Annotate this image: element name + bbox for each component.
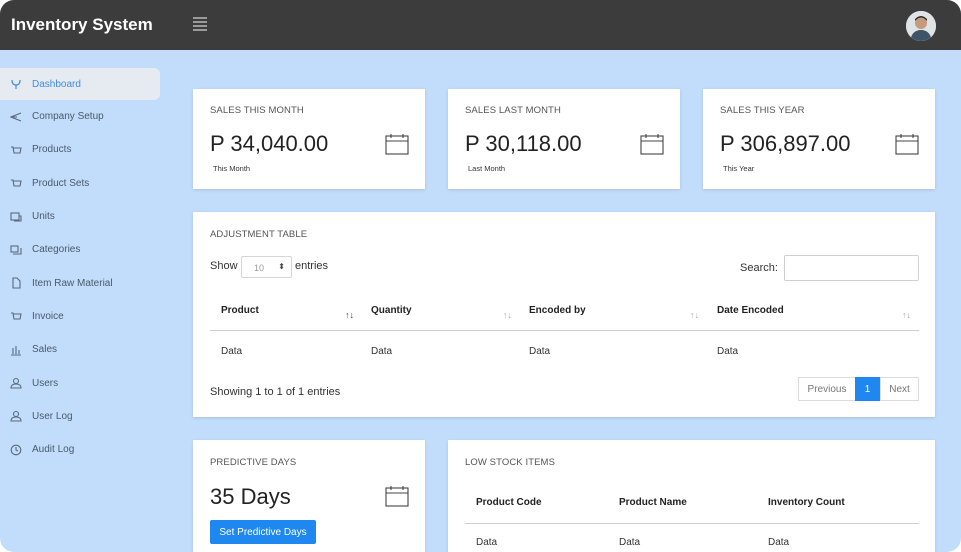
table-header-divider: [210, 330, 919, 331]
stat-card-sales-this-month: SALES THIS MONTH P 34,040.00 This Month: [193, 89, 425, 189]
stat-value: P 34,040.00: [210, 131, 329, 156]
stat-value: P 306,897.00: [720, 131, 851, 156]
file-icon: [9, 276, 23, 290]
app-title: Inventory System: [11, 15, 153, 34]
sidebar-item-label: User Log: [32, 410, 73, 422]
stat-caption: This Year: [723, 164, 755, 173]
app-frame: Inventory System Dashboard Company Setup: [0, 0, 961, 552]
column-header-inventory-count[interactable]: Inventory Count: [768, 497, 845, 508]
sidebar-item-invoice[interactable]: Invoice: [0, 300, 160, 333]
calendar-icon: [895, 134, 919, 155]
low-stock-card: LOW STOCK ITEMS Product Code Product Nam…: [448, 440, 935, 552]
cart-icon: [9, 143, 23, 157]
stat-caption: Last Month: [468, 164, 506, 173]
table-info: Showing 1 to 1 of 1 entries: [210, 386, 341, 398]
sidebar-item-user-log[interactable]: User Log: [0, 400, 160, 433]
sidebar-item-units[interactable]: Units: [0, 200, 160, 233]
bar-chart-icon: [9, 343, 23, 357]
column-header-encoded-by[interactable]: Encoded by: [529, 305, 586, 316]
user-icon: [9, 376, 23, 390]
cart-icon: [9, 309, 23, 323]
table-header-divider: [465, 523, 919, 524]
units-icon: [9, 210, 23, 224]
dashboard-icon: [9, 77, 23, 91]
sidebar-item-label: Units: [32, 211, 55, 223]
sidebar-item-label: Sales: [32, 344, 58, 356]
sidebar-item-audit-log[interactable]: Audit Log: [0, 433, 160, 466]
table-cell: Data: [619, 537, 641, 548]
stat-title: SALES THIS MONTH: [210, 105, 304, 116]
stat-title: SALES LAST MONTH: [465, 105, 561, 116]
calendar-icon: [385, 486, 409, 507]
page-1-button[interactable]: 1: [855, 377, 880, 401]
top-bar: Inventory System: [0, 0, 961, 50]
previous-page-button[interactable]: Previous: [798, 377, 856, 401]
sidebar-item-label: Product Sets: [32, 177, 90, 189]
table-cell: Data: [371, 346, 393, 357]
stat-card-sales-last-month: SALES LAST MONTH P 30,118.00 Last Month: [448, 89, 680, 189]
show-label: Show: [210, 260, 238, 272]
sidebar-item-item-raw-material[interactable]: Item Raw Material: [0, 266, 160, 299]
column-header-product[interactable]: Product: [221, 305, 259, 316]
sidebar-item-product-sets[interactable]: Product Sets: [0, 167, 160, 200]
column-header-product-code[interactable]: Product Code: [476, 497, 542, 508]
sidebar-item-company-setup[interactable]: Company Setup: [0, 100, 160, 133]
stat-card-sales-this-year: SALES THIS YEAR P 306,897.00 This Year: [703, 89, 935, 189]
table-cell: Data: [717, 346, 739, 357]
table-cell: Data: [529, 346, 551, 357]
column-header-quantity[interactable]: Quantity: [371, 305, 412, 316]
table-cell: Data: [221, 346, 243, 357]
categories-icon: [9, 243, 23, 257]
sidebar-item-products[interactable]: Products: [0, 133, 160, 166]
stat-title: SALES THIS YEAR: [720, 105, 805, 116]
stat-caption: This Month: [213, 164, 251, 173]
sidebar-item-label: Audit Log: [32, 444, 75, 456]
table-cell: Data: [476, 537, 498, 548]
chevron-updown-icon: ⬍: [278, 262, 285, 271]
send-icon: [9, 110, 23, 124]
column-header-date-encoded[interactable]: Date Encoded: [717, 305, 784, 316]
user-avatar[interactable]: [906, 11, 936, 41]
sidebar-item-label: Item Raw Material: [32, 277, 113, 289]
menu-toggle-icon[interactable]: [193, 17, 207, 31]
stat-value: P 30,118.00: [465, 131, 582, 156]
sidebar-item-label: Invoice: [32, 310, 64, 322]
sidebar-item-label: Company Setup: [32, 111, 104, 123]
entries-select-value: 10: [254, 263, 265, 273]
user-icon: [9, 409, 23, 423]
search-label: Search:: [740, 262, 778, 274]
calendar-icon: [640, 134, 664, 155]
card-title: ADJUSTMENT TABLE: [210, 229, 308, 240]
set-predictive-days-button[interactable]: Set Predictive Days: [210, 520, 316, 544]
sort-icon[interactable]: ↑↓: [690, 310, 699, 320]
sidebar-item-label: Categories: [32, 244, 81, 256]
calendar-icon: [385, 134, 409, 155]
sort-icon[interactable]: ↑↓: [503, 310, 512, 320]
next-page-button[interactable]: Next: [880, 377, 919, 401]
sidebar-item-label: Products: [32, 144, 72, 156]
card-title: LOW STOCK ITEMS: [465, 457, 556, 468]
predictive-days-value: 35 Days: [210, 484, 291, 509]
sort-icon[interactable]: ↑↓: [345, 310, 354, 320]
table-cell: Data: [768, 537, 790, 548]
sidebar-item-sales[interactable]: Sales: [0, 333, 160, 366]
column-header-product-name[interactable]: Product Name: [619, 497, 687, 508]
adjustment-table-card: ADJUSTMENT TABLE Show 10 ⬍ entries Searc…: [193, 212, 935, 417]
sort-icon[interactable]: ↑↓: [902, 310, 911, 320]
sidebar: Dashboard Company Setup Products Product…: [0, 68, 160, 466]
predictive-days-card: PREDICTIVE DAYS 35 Days Set Predictive D…: [193, 440, 425, 552]
sidebar-item-label: Users: [32, 377, 59, 389]
sidebar-item-dashboard[interactable]: Dashboard: [0, 68, 160, 100]
clock-icon: [9, 443, 23, 457]
cart-icon: [9, 176, 23, 190]
sidebar-item-users[interactable]: Users: [0, 366, 160, 399]
card-title: PREDICTIVE DAYS: [210, 457, 297, 468]
sidebar-item-categories[interactable]: Categories: [0, 233, 160, 266]
sidebar-item-label: Dashboard: [32, 78, 81, 90]
entries-select[interactable]: 10 ⬍: [241, 256, 292, 278]
entries-label: entries: [295, 260, 329, 272]
search-input[interactable]: [784, 255, 919, 281]
